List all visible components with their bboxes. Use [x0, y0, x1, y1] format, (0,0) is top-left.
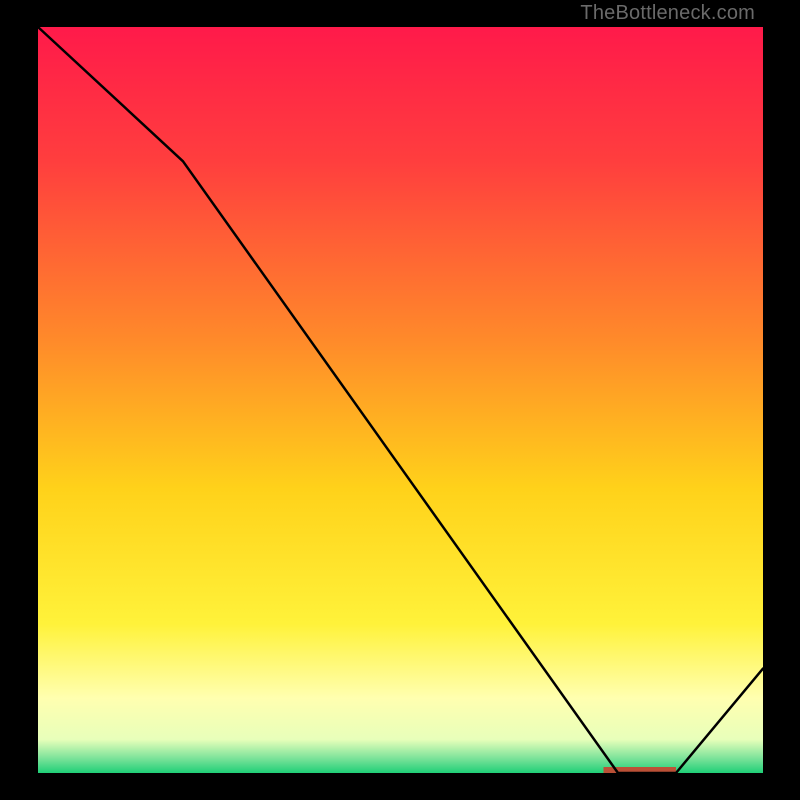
attribution-text: TheBottleneck.com — [580, 2, 755, 25]
plot-background — [38, 27, 763, 773]
chart-container: TheBottleneck.com — [0, 0, 800, 800]
bottleneck-chart — [0, 0, 800, 800]
frame — [0, 0, 38, 800]
frame — [763, 0, 800, 800]
frame — [0, 773, 800, 800]
